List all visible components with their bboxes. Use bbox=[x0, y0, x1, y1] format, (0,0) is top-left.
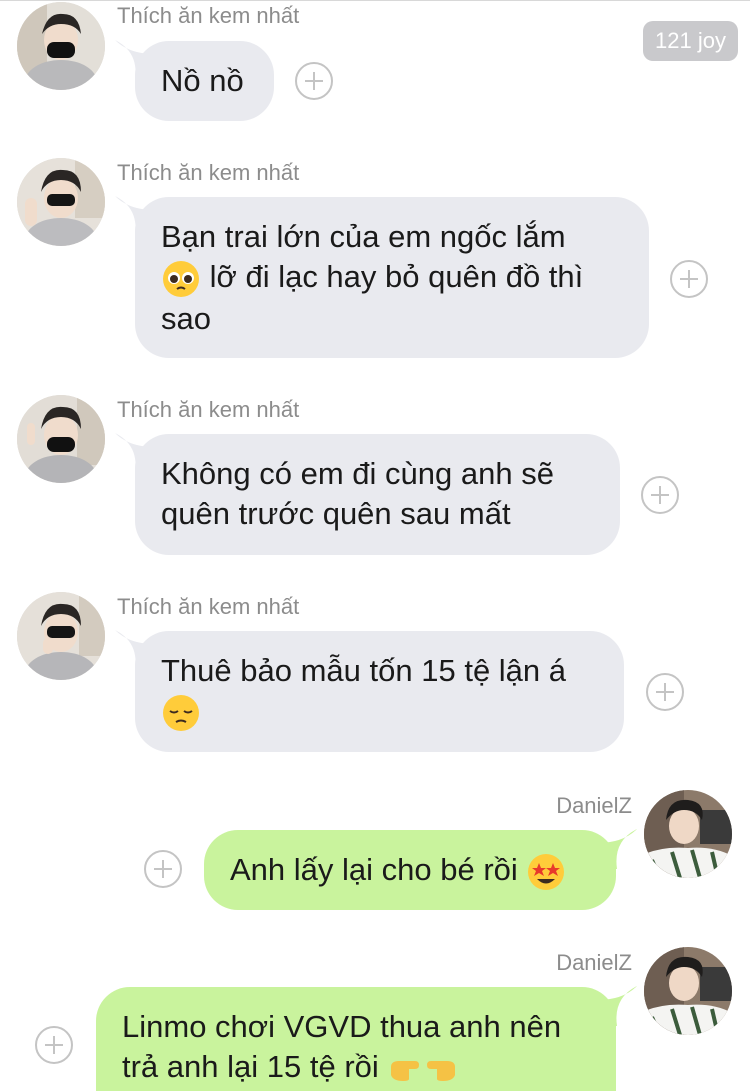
message-text-line: sao bbox=[161, 300, 211, 336]
avatar[interactable] bbox=[17, 592, 105, 680]
avatar[interactable] bbox=[17, 158, 105, 246]
top-divider bbox=[0, 0, 750, 1]
message-bubble[interactable]: Anh lấy lại cho bé rồi bbox=[204, 830, 616, 910]
message-text-line: Không có em đi cùng anh sẽ bbox=[161, 456, 554, 491]
pensive-face-emoji bbox=[161, 693, 201, 733]
pleading-face-emoji bbox=[161, 259, 201, 299]
pointing-hands-emoji bbox=[387, 1053, 459, 1085]
avatar[interactable] bbox=[17, 2, 105, 90]
sender-name: Thích ăn kem nhất bbox=[117, 160, 300, 185]
star-struck-emoji bbox=[526, 852, 566, 892]
avatar[interactable] bbox=[17, 395, 105, 483]
message-bubble[interactable]: Bạn trai lớn của em ngốc lắm lỡ đi lạc h… bbox=[135, 197, 649, 358]
message-text: Anh lấy lại cho bé rồi bbox=[230, 852, 518, 887]
message-bubble[interactable]: Không có em đi cùng anh sẽ quên trước qu… bbox=[135, 434, 620, 555]
react-add-icon[interactable] bbox=[670, 260, 708, 298]
message-text: Nồ nồ bbox=[161, 63, 244, 98]
sender-name: DanielZ bbox=[556, 950, 632, 975]
message-text-line: trả anh lại 15 tệ rồi bbox=[122, 1049, 379, 1084]
message-text-line: quên trước quên sau mất bbox=[161, 496, 511, 531]
react-add-icon[interactable] bbox=[35, 1026, 73, 1064]
message-bubble[interactable]: Nồ nồ bbox=[135, 41, 274, 121]
avatar[interactable] bbox=[644, 947, 732, 1035]
message-text-line: Thuê bảo mẫu tốn 15 tệ lận á bbox=[161, 653, 567, 688]
message-bubble[interactable]: Linmo chơi VGVD thua anh nên trả anh lại… bbox=[96, 987, 616, 1091]
sender-name: Thích ăn kem nhất bbox=[117, 3, 300, 28]
message-text-line: lỡ đi lạc hay bỏ quên đồ thì bbox=[209, 259, 584, 294]
message-text-line: Linmo chơi VGVD thua anh nên bbox=[122, 1009, 562, 1044]
joy-badge[interactable]: 121 joy bbox=[643, 21, 738, 61]
message-bubble[interactable]: Thuê bảo mẫu tốn 15 tệ lận á bbox=[135, 631, 624, 752]
react-add-icon[interactable] bbox=[646, 673, 684, 711]
react-add-icon[interactable] bbox=[641, 476, 679, 514]
sender-name: Thích ăn kem nhất bbox=[117, 397, 300, 422]
message-text-line: Bạn trai lớn của em ngốc lắm bbox=[161, 219, 566, 254]
react-add-icon[interactable] bbox=[295, 62, 333, 100]
react-add-icon[interactable] bbox=[144, 850, 182, 888]
sender-name: Thích ăn kem nhất bbox=[117, 594, 300, 619]
sender-name: DanielZ bbox=[556, 793, 632, 818]
avatar[interactable] bbox=[644, 790, 732, 878]
